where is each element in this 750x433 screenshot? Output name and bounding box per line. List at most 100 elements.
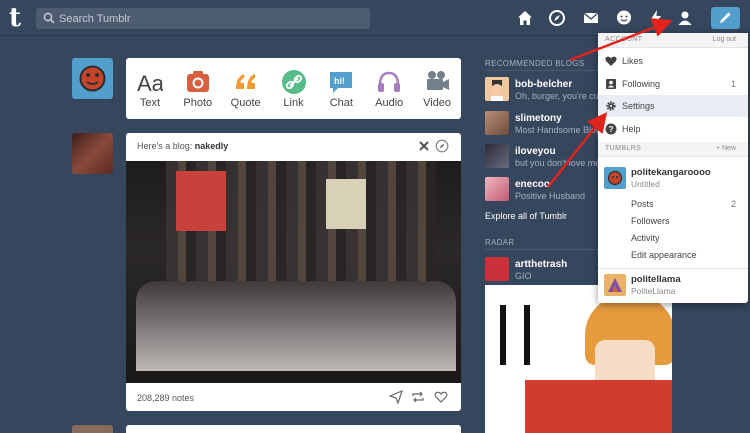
menu-item-label: Settings: [622, 101, 655, 111]
post-type-audio[interactable]: Audio: [365, 58, 413, 119]
blog-avatar: [485, 257, 509, 281]
svg-text:hi!: hi!: [334, 76, 345, 86]
post-notes-count[interactable]: 208,289 notes: [137, 393, 194, 403]
menu-item-count: 1: [730, 79, 736, 89]
svg-text:?: ?: [609, 125, 614, 134]
radar-heading: RADAR: [485, 238, 515, 247]
search-bar[interactable]: [36, 8, 370, 29]
account-dropdown-menu: ACCOUNT Log out Likes Following 1 Settin…: [598, 33, 748, 303]
post-type-quote[interactable]: Quote: [222, 58, 270, 119]
blog-name: slimetony: [515, 113, 562, 124]
quote-icon: [235, 74, 255, 89]
menu-item-following[interactable]: Following 1: [598, 73, 748, 95]
post-type-label: Link: [283, 97, 304, 109]
share-icon[interactable]: [389, 390, 403, 404]
blog-name: politekangaroooo: [631, 167, 711, 178]
blog-item-politellama[interactable]: politellama PoliteLlama: [598, 269, 748, 301]
post-type-photo[interactable]: Photo: [174, 58, 222, 119]
camera-icon: [186, 71, 209, 92]
menu-item-label: Following: [622, 79, 661, 89]
menu-item-label: Likes: [622, 56, 644, 66]
account-icon[interactable]: [676, 9, 694, 27]
blog-name: politellama: [631, 274, 681, 285]
following-icon: [606, 79, 616, 89]
post-type-chat[interactable]: hi! Chat: [317, 58, 365, 119]
next-post-card: [126, 425, 461, 433]
text-icon: Aa: [137, 71, 163, 95]
help-icon: ?: [605, 123, 617, 135]
blog-avatar: [485, 144, 509, 168]
radar-post-image[interactable]: [485, 285, 672, 433]
menu-item-settings[interactable]: Settings: [598, 95, 748, 117]
blog-subtitle: Most Handsome Blog: [515, 125, 602, 135]
post-card: Here's a blog: nakedly 208,289 notes: [126, 133, 461, 411]
post-type-video[interactable]: Video: [413, 58, 461, 119]
blog-subtitle: GIO: [515, 271, 532, 281]
menu-item-likes[interactable]: Likes: [598, 50, 748, 72]
recommended-blog-item[interactable]: iloveyou but you don't love me: [485, 144, 610, 170]
radar-blog-item[interactable]: artthetrash GIO: [485, 257, 610, 283]
post-header: Here's a blog: nakedly: [137, 141, 228, 151]
messaging-icon[interactable]: [615, 9, 633, 27]
next-post-avatar[interactable]: [72, 425, 113, 433]
subitem-count: 2: [730, 199, 736, 209]
gear-icon: [606, 101, 616, 111]
recommended-blogs-heading: RECOMMENDED BLOGS: [485, 59, 585, 68]
post-type-text[interactable]: Aa Text: [126, 58, 174, 119]
menu-item-help[interactable]: ? Help: [598, 118, 748, 140]
blog-name: iloveyou: [515, 146, 556, 157]
blog-avatar: [485, 77, 509, 101]
compass-icon[interactable]: [548, 9, 566, 27]
compose-button[interactable]: [711, 7, 740, 29]
close-icon[interactable]: [418, 140, 430, 152]
heart-icon: [605, 56, 617, 66]
headphones-icon: [378, 71, 401, 92]
search-input[interactable]: [59, 8, 359, 29]
blog-subitem-posts[interactable]: Posts 2: [598, 196, 748, 213]
reblog-icon[interactable]: [411, 390, 425, 404]
compass-icon[interactable]: [435, 139, 449, 153]
blog-subitem-followers[interactable]: Followers: [598, 213, 748, 230]
post-blog-name[interactable]: nakedly: [195, 141, 229, 151]
post-header-prefix: Here's a blog:: [137, 141, 193, 151]
post-type-label: Photo: [183, 97, 213, 109]
logout-link[interactable]: Log out: [713, 36, 736, 43]
subitem-label: Edit appearance: [631, 250, 697, 260]
recommended-blog-item[interactable]: enecoo Positive Husband: [485, 177, 610, 203]
like-heart-icon[interactable]: [434, 390, 448, 404]
post-photo[interactable]: [126, 161, 461, 383]
post-type-link[interactable]: Link: [270, 58, 318, 119]
user-avatar[interactable]: [72, 58, 113, 99]
video-camera-icon: [427, 71, 450, 90]
post-type-label: Text: [139, 97, 161, 109]
post-type-label: Chat: [329, 97, 353, 109]
blog-avatar: [604, 167, 626, 189]
subitem-label: Activity: [631, 233, 660, 243]
blog-name: enecoo: [515, 179, 551, 190]
top-bar: t: [0, 0, 750, 36]
explore-all-link[interactable]: Explore all of Tumblr: [485, 211, 567, 221]
post-type-label: Video: [423, 97, 452, 109]
chat-icon: hi!: [330, 72, 353, 93]
new-blog-link[interactable]: + New: [716, 145, 736, 152]
recommended-blog-item[interactable]: bob-belcher Oh, burger, you're cute: [485, 77, 610, 103]
blog-subitem-edit-appearance[interactable]: Edit appearance: [598, 247, 748, 264]
subitem-label: Posts: [631, 199, 654, 209]
home-icon[interactable]: [516, 9, 534, 27]
blog-subtitle: Positive Husband: [515, 191, 586, 201]
mail-icon[interactable]: [582, 9, 600, 27]
post-blog-avatar[interactable]: [72, 133, 113, 174]
blog-item-politekangaroooo[interactable]: politekangaroooo Untitled: [598, 162, 748, 194]
menu-item-label: Help: [622, 124, 641, 134]
blog-subtitle: Oh, burger, you're cute: [515, 91, 607, 101]
post-type-label: Quote: [230, 97, 261, 109]
subitem-label: Followers: [631, 216, 670, 226]
blog-avatar: [485, 177, 509, 201]
search-icon: [43, 12, 55, 24]
recommended-blog-item[interactable]: slimetony Most Handsome Blog: [485, 111, 610, 137]
activity-bolt-icon[interactable]: [647, 9, 665, 27]
post-type-label: Audio: [375, 97, 404, 109]
tumblr-logo[interactable]: t: [9, 5, 29, 31]
blog-subitem-activity[interactable]: Activity: [598, 230, 748, 247]
post-type-bar: Aa Text Photo Quote Link hi! Chat Audio …: [126, 58, 461, 119]
